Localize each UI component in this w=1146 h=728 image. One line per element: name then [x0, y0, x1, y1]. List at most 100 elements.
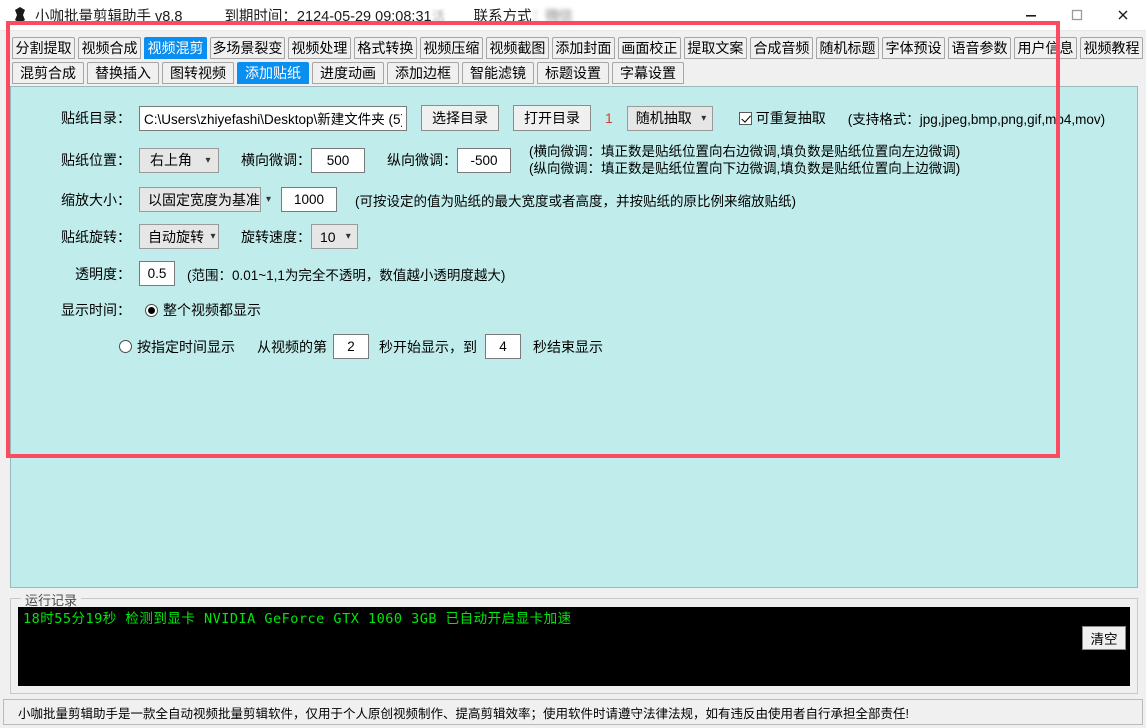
scale-hint: (可按设定的值为贴纸的最大宽度或者高度，并按贴纸的原比例来缩放贴纸) [355, 190, 796, 210]
end-seconds-input[interactable] [485, 334, 521, 359]
tab-tabs_row1-2[interactable]: 视频混剪 [144, 37, 207, 59]
tab-tabs_row2-7[interactable]: 标题设置 [537, 62, 609, 84]
vertical-adjust-input[interactable] [457, 148, 511, 173]
tab-tabs_row2-4[interactable]: 进度动画 [312, 62, 384, 84]
radio-custom-time-label: 按指定时间显示 [137, 337, 235, 357]
tab-tabs_row2-0[interactable]: 混剪合成 [12, 62, 84, 84]
tab-label: 视频截图 [489, 41, 545, 55]
radio-custom-time[interactable]: 按指定时间显示 [119, 337, 235, 357]
log-line: 18时55分19秒 检测到显卡 NVIDIA GeForce GTX 1060 … [23, 610, 1125, 629]
choose-directory-button[interactable]: 选择目录 [421, 105, 499, 131]
tab-label: 视频处理 [291, 41, 347, 55]
tab-label: 智能滤镜 [470, 66, 526, 80]
rotation-mode-select[interactable]: 自动旋转 ▾ [139, 224, 219, 249]
tab-tabs_row1-14[interactable]: 语音参数 [948, 37, 1011, 59]
tab-tabs_row1-15[interactable]: 用户信息 [1014, 37, 1077, 59]
tab-label: 视频混剪 [148, 41, 204, 55]
scale-value-input[interactable] [281, 187, 337, 212]
rotation-speed-label: 旋转速度： [241, 227, 311, 247]
tab-tabs_row2-3[interactable]: 添加贴纸 [237, 62, 309, 84]
checkbox-box-icon [739, 112, 752, 125]
run-log-section: 运行记录 18时55分19秒 检测到显卡 NVIDIA GeForce GTX … [10, 598, 1138, 694]
opacity-input[interactable] [139, 261, 175, 286]
tab-tabs_row1-6[interactable]: 视频压缩 [420, 37, 483, 59]
vertical-adjust-hint: (纵向微调：填正数是贴纸位置向下边微调,填负数是贴纸位置向上边微调) [529, 160, 960, 177]
log-console[interactable]: 18时55分19秒 检测到显卡 NVIDIA GeForce GTX 1060 … [18, 607, 1130, 686]
tab-label: 提取文案 [687, 41, 743, 55]
tab-label: 随机标题 [819, 41, 875, 55]
title-bar: 小咖批量剪辑助手 v8.8 到期时间：2124-05-29 09:08:31 联… [0, 0, 1146, 31]
tab-tabs_row1-13[interactable]: 字体预设 [882, 37, 945, 59]
expire-time-label: 到期时间：2124-05-29 09:08:31 [224, 5, 431, 26]
tab-row-secondary: 混剪合成替换插入图转视频添加贴纸进度动画添加边框 智能滤镜标题设置字幕设置 [0, 61, 1146, 84]
scale-mode-value: 以固定宽度为基准 [148, 190, 266, 210]
clear-log-button[interactable]: 清空 [1082, 626, 1126, 650]
tab-tabs_row1-1[interactable]: 视频合成 [78, 37, 141, 59]
supported-formats-hint: (支持格式：jpg,jpeg,bmp,png,gif,mp4,mov) [848, 108, 1105, 128]
rotation-mode-value: 自动旋转 [148, 227, 210, 247]
tab-tabs_row1-12[interactable]: 随机标题 [816, 37, 879, 59]
row-show-time-custom: 按指定时间显示 从视频的第 秒开始显示，到 秒结束显示 [11, 334, 1137, 359]
tab-label: 添加封面 [555, 41, 611, 55]
start-seconds-input[interactable] [333, 334, 369, 359]
pick-mode-value: 随机抽取 [636, 108, 698, 128]
tab-label: 添加贴纸 [245, 66, 301, 80]
pick-mode-select[interactable]: 随机抽取 ▾ [627, 106, 713, 131]
repeat-pick-checkbox[interactable]: 可重复抽取 [739, 108, 826, 128]
radio-circle-icon [145, 304, 158, 317]
tab-label: 添加边框 [395, 66, 451, 80]
scale-mode-select[interactable]: 以固定宽度为基准 ▾ [139, 187, 261, 212]
tab-tabs_row1-4[interactable]: 视频处理 [288, 37, 351, 59]
tab-label: 字幕设置 [620, 66, 676, 80]
opacity-hint: (范围：0.01~1,1为完全不透明，数值越小透明度越大) [187, 264, 505, 284]
chevron-down-icon: ▾ [266, 194, 271, 205]
horizontal-adjust-input[interactable] [311, 148, 365, 173]
tab-tabs_row1-8[interactable]: 添加封面 [552, 37, 615, 59]
row-sticker-position: 贴纸位置： 右上角 ▾ 横向微调： 纵向微调： (横向微调：填正数是贴纸位置向右… [11, 143, 1137, 177]
start-suffix-label: 秒开始显示，到 [379, 337, 477, 357]
tab-tabs_row2-2[interactable]: 图转视频 [162, 62, 234, 84]
butterfly-logo-icon [7, 5, 33, 25]
tab-tabs_row1-16[interactable]: 视频教程 [1080, 37, 1143, 59]
start-prefix-label: 从视频的第 [257, 337, 327, 357]
maximize-icon[interactable] [1054, 0, 1100, 31]
app-window: 小咖批量剪辑助手 v8.8 到期时间：2124-05-29 09:08:31 联… [0, 0, 1146, 728]
tab-label: 语音参数 [951, 41, 1007, 55]
tab-tabs_row1-11[interactable]: 合成音频 [750, 37, 813, 59]
open-directory-button[interactable]: 打开目录 [513, 105, 591, 131]
tab-label: 合成音频 [753, 41, 809, 55]
app-title: 小咖批量剪辑助手 v8.8 [35, 5, 182, 26]
window-controls [1008, 0, 1146, 31]
row-sticker-rotation: 贴纸旋转： 自动旋转 ▾ 旋转速度： 10 ▾ [11, 224, 1137, 249]
tab-tabs_row2-8[interactable]: 字幕设置 [612, 62, 684, 84]
minimize-icon[interactable] [1008, 0, 1054, 31]
tab-label: 视频合成 [82, 41, 138, 55]
tab-tabs_row1-0[interactable]: 分割提取 [12, 37, 75, 59]
show-time-label: 显示时间： [11, 300, 139, 320]
close-icon[interactable] [1100, 0, 1146, 31]
tab-tabs_row2-1[interactable]: 替换插入 [87, 62, 159, 84]
tab-tabs_row1-3[interactable]: 多场景裂变 [210, 37, 285, 59]
tab-tabs_row1-5[interactable]: 格式转换 [354, 37, 417, 59]
row-opacity: 透明度： (范围：0.01~1,1为完全不透明，数值越小透明度越大) [11, 261, 1137, 286]
chevron-down-icon: ▾ [200, 155, 216, 166]
horizontal-adjust-hint: (横向微调：填正数是贴纸位置向右边微调,填负数是贴纸位置向左边微调) [529, 143, 960, 160]
tab-tabs_row2-5[interactable]: 添加边框 [387, 62, 459, 84]
tab-label: 视频教程 [1084, 41, 1140, 55]
chevron-down-icon: ▾ [342, 231, 355, 242]
tab-tabs_row1-10[interactable]: 提取文案 [684, 37, 747, 59]
ghost-overlay-text: 活 [432, 6, 445, 25]
scale-size-label: 缩放大小： [11, 190, 139, 210]
rotation-speed-select[interactable]: 10 ▾ [311, 224, 358, 249]
tab-tabs_row2-6[interactable]: 智能滤镜 [462, 62, 534, 84]
sticker-directory-input[interactable] [139, 106, 407, 131]
sticker-position-select[interactable]: 右上角 ▾ [139, 148, 219, 173]
sticker-rotation-label: 贴纸旋转： [11, 227, 139, 247]
radio-whole-video-label: 整个视频都显示 [163, 300, 261, 320]
tab-label: 用户信息 [1018, 41, 1074, 55]
tab-label: 分割提取 [16, 41, 72, 55]
radio-whole-video[interactable]: 整个视频都显示 [145, 300, 261, 320]
tab-tabs_row1-7[interactable]: 视频截图 [486, 37, 549, 59]
tab-tabs_row1-9[interactable]: 画面校正 [618, 37, 681, 59]
chevron-down-icon: ▾ [210, 231, 216, 242]
